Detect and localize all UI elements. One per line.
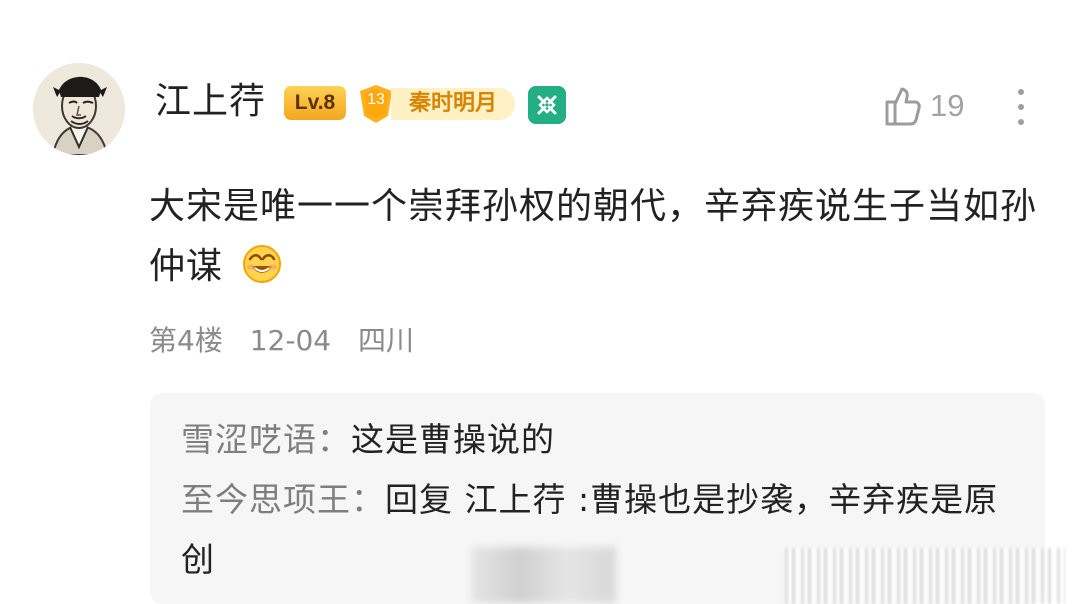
comment-meta: 第4楼 12-04 四川 — [149, 321, 432, 361]
like-count: 19 — [930, 88, 965, 123]
reply-text: 这是曹操说的 — [351, 420, 555, 459]
like-button[interactable]: 19 — [878, 84, 978, 128]
reply-author[interactable]: 雪涩呓语： — [181, 420, 351, 459]
reply-to-user[interactable]: 江上荇 — [465, 480, 567, 519]
green-badge-icon — [528, 86, 566, 124]
comment-content: 大宋是唯一一个崇拜孙权的朝代，辛弃疾说生子当如孙仲谋 — [149, 177, 1059, 297]
username[interactable]: 江上荇 — [155, 80, 266, 124]
reply-author[interactable]: 至今思项王： — [181, 480, 385, 519]
laughing-emoji — [243, 245, 282, 283]
reply-item[interactable]: 雪涩呓语：这是曹操说的 — [181, 410, 1019, 470]
thumbs-up-icon — [885, 87, 921, 126]
vertical-dots-icon[interactable] — [1006, 86, 1036, 128]
watermark-barcode-icon — [785, 548, 1065, 604]
avatar[interactable] — [33, 63, 125, 155]
member-level-number: 13 — [367, 91, 385, 108]
level-badge: Lv.8 — [284, 86, 346, 120]
blurred-watermark — [471, 547, 616, 603]
reply-prefix: 回复 — [385, 480, 453, 519]
comment-card: 江上荇 Lv.8 13 秦时明月 19 大宋是唯一一个崇拜孙权的朝代，辛弃疾说生… — [0, 0, 1080, 604]
member-title: 秦时明月 — [391, 88, 515, 120]
member-badge: 13 秦时明月 — [357, 84, 517, 124]
scholar-portrait-icon — [33, 63, 125, 155]
comment-date: 12-04 — [249, 324, 332, 357]
comment-location: 四川 — [358, 324, 415, 357]
comment-screenshot: 江上荇 Lv.8 13 秦时明月 19 大宋是唯一一个崇拜孙权的朝代，辛弃疾说生… — [0, 0, 1080, 604]
floor-number: 第4楼 — [149, 324, 223, 357]
